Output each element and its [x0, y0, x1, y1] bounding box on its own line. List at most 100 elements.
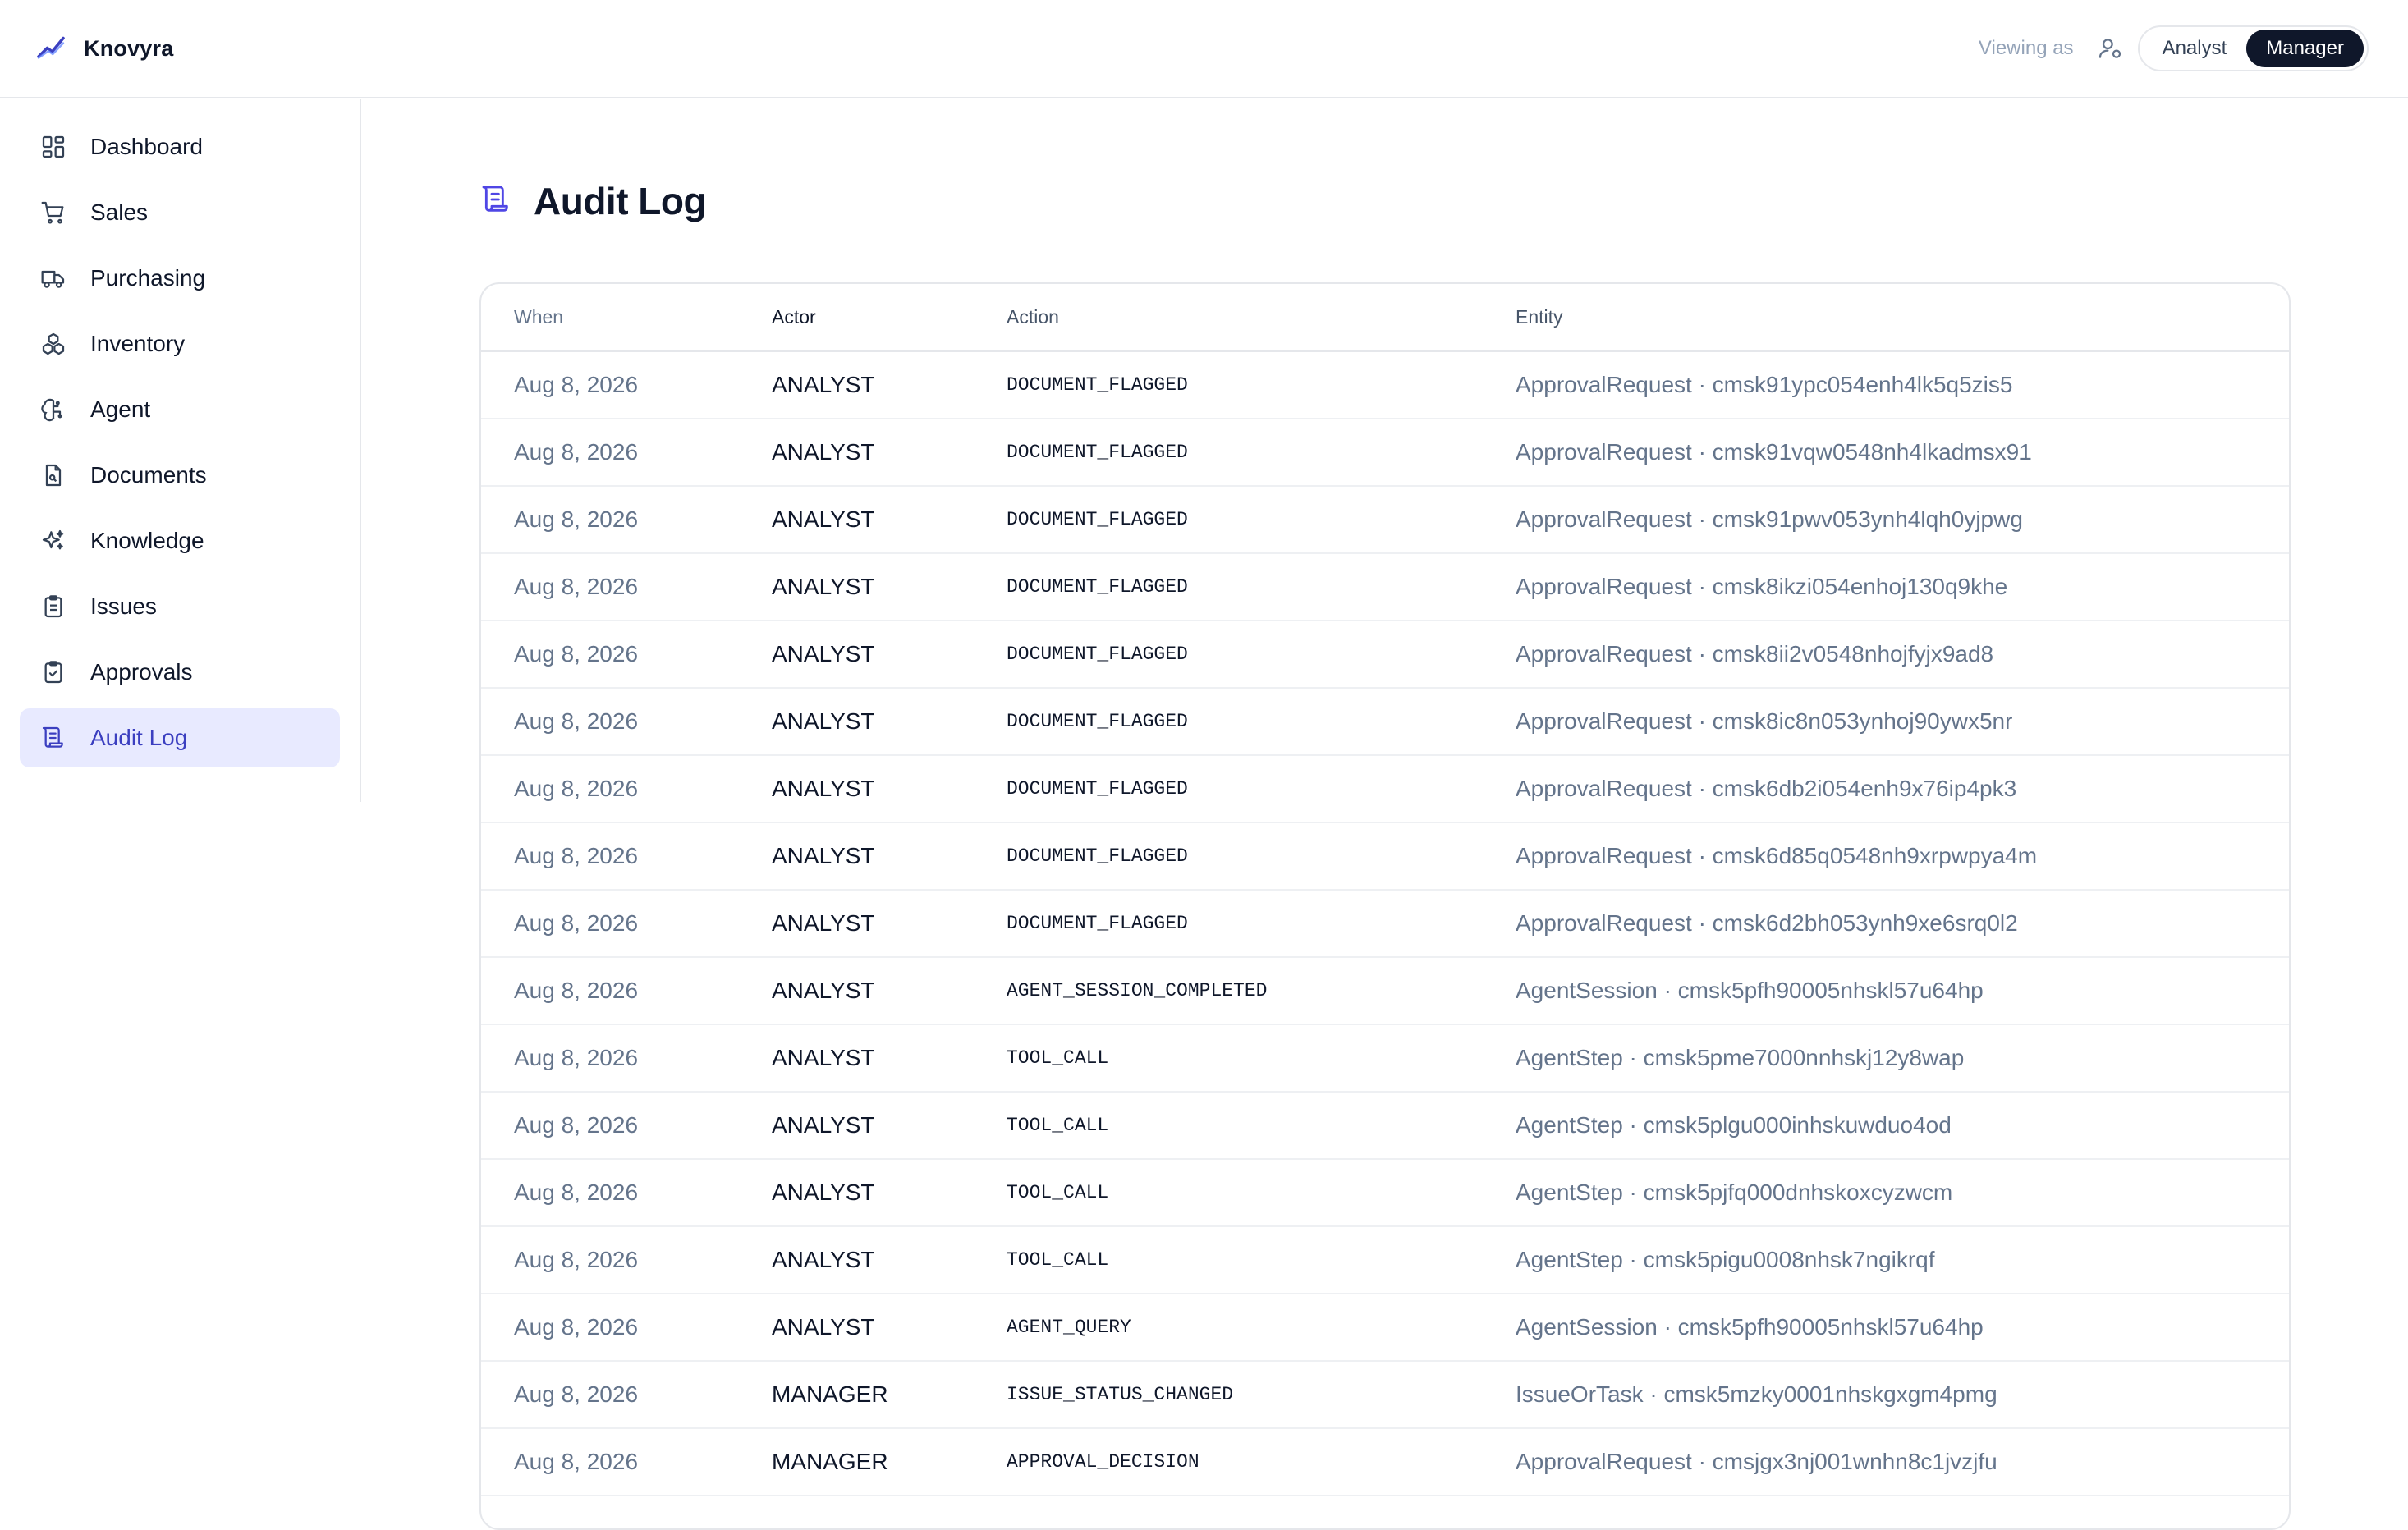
sidebar-item-label: Agent — [90, 396, 151, 422]
cell-when: Aug 8, 2026 — [481, 553, 772, 621]
sidebar-item-label: Dashboard — [90, 134, 203, 159]
cell-entity: AgentStep · cmsk5pme7000nnhskj12y8wap — [1516, 1024, 2289, 1093]
clipboard-list-icon — [39, 593, 67, 621]
cell-when: Aug 8, 2026 — [481, 1294, 772, 1362]
cell-action: DOCUMENT_FLAGGED — [1007, 890, 1516, 958]
top-bar: Knovyra Viewing as Analyst Manager — [0, 0, 2408, 98]
table-row[interactable]: Aug 8, 2026 ANALYST DOCUMENT_FLAGGED Approv… — [481, 621, 2289, 689]
cell-actor: MANAGER — [772, 1361, 1007, 1429]
cell-action: TOOL_CALL — [1007, 1226, 1516, 1294]
sidebar-item-label: Audit Log — [90, 725, 188, 750]
cell-when: Aug 8, 2026 — [481, 1159, 772, 1227]
sidebar-item-dashboard[interactable]: Dashboard — [20, 117, 340, 176]
scroll-icon — [479, 183, 512, 220]
column-header-actor[interactable]: Actor — [772, 284, 1007, 352]
table-row[interactable]: Aug 8, 2026 ANALYST DOCUMENT_FLAGGED Approv… — [481, 486, 2289, 554]
role-manager-button[interactable]: Manager — [2246, 30, 2364, 67]
sidebar-item-knowledge[interactable]: Knowledge — [20, 511, 340, 570]
cell-actor: ANALYST — [772, 755, 1007, 823]
cell-entity: AgentSession · cmsk5pfh90005nhskl57u64hp — [1516, 1294, 2289, 1362]
cell-when: Aug 8, 2026 — [481, 351, 772, 419]
cell-action: TOOL_CALL — [1007, 1092, 1516, 1160]
sidebar-item-audit-log[interactable]: Audit Log — [20, 708, 340, 767]
cell-actor: ANALYST — [772, 1159, 1007, 1227]
sidebar: Dashboard Sales Purchasing Inventory Age… — [0, 99, 361, 802]
sidebar-item-inventory[interactable]: Inventory — [20, 314, 340, 373]
sidebar-item-purchasing[interactable]: Purchasing — [20, 249, 340, 308]
brand[interactable]: Knovyra — [36, 32, 173, 66]
cell-when: Aug 8, 2026 — [481, 1428, 772, 1496]
cell-action: DOCUMENT_FLAGGED — [1007, 621, 1516, 689]
sidebar-item-agent[interactable]: Agent — [20, 380, 340, 439]
sidebar-item-label: Inventory — [90, 331, 186, 356]
cell-when: Aug 8, 2026 — [481, 1092, 772, 1160]
table-row[interactable]: Aug 8, 2026 MANAGER ISSUE_STATUS_CHANGED Is… — [481, 1361, 2289, 1429]
cell-actor: ANALYST — [772, 1226, 1007, 1294]
role-toggle: Analyst Manager — [2137, 25, 2369, 71]
cell-action: DOCUMENT_FLAGGED — [1007, 755, 1516, 823]
document-icon — [39, 461, 67, 489]
cell-entity: ApprovalRequest · cmsk91pwv053ynh4lqh0yj… — [1516, 486, 2289, 554]
viewing-as-label: Viewing as — [1978, 37, 2074, 59]
cell-actor: ANALYST — [772, 1092, 1007, 1160]
table-row[interactable]: Aug 8, 2026 ANALYST TOOL_CALL AgentStep · c… — [481, 1159, 2289, 1227]
cell-when: Aug 8, 2026 — [481, 419, 772, 487]
sidebar-item-label: Sales — [90, 199, 149, 225]
sidebar-item-label: Documents — [90, 462, 207, 488]
cell-when: Aug 8, 2026 — [481, 1024, 772, 1093]
cell-entity: ApprovalRequest · cmsk6d2bh053ynh9xe6srq… — [1516, 890, 2289, 958]
cart-icon — [39, 199, 67, 227]
cell-actor: ANALYST — [772, 1294, 1007, 1362]
table-row[interactable]: Aug 8, 2026 ANALYST AGENT_QUERY AgentSessio… — [481, 1294, 2289, 1362]
cell-action: TOOL_CALL — [1007, 1159, 1516, 1227]
cell-actor: ANALYST — [772, 553, 1007, 621]
cell-actor: ANALYST — [772, 890, 1007, 958]
cell-actor: ANALYST — [772, 621, 1007, 689]
sidebar-item-label: Purchasing — [90, 265, 206, 291]
cell-action: ISSUE_STATUS_CHANGED — [1007, 1361, 1516, 1429]
cell-actor: ANALYST — [772, 1024, 1007, 1093]
cell-when: Aug 8, 2026 — [481, 621, 772, 689]
cell-actor: MANAGER — [772, 1428, 1007, 1496]
cell-entity: ApprovalRequest · cmsk6db2i054enh9x76ip4… — [1516, 755, 2289, 823]
cell-action: DOCUMENT_FLAGGED — [1007, 351, 1516, 419]
cell-action: DOCUMENT_FLAGGED — [1007, 688, 1516, 756]
cell-actor: ANALYST — [772, 822, 1007, 891]
cell-action: DOCUMENT_FLAGGED — [1007, 419, 1516, 487]
table-row[interactable]: Aug 8, 2026 ANALYST TOOL_CALL AgentStep · c… — [481, 1226, 2289, 1294]
sidebar-item-label: Issues — [90, 593, 157, 619]
sidebar-item-documents[interactable]: Documents — [20, 446, 340, 505]
table-row[interactable]: Aug 8, 2026 ANALYST AGENT_SESSION_COMPLETE… — [481, 957, 2289, 1025]
sidebar-item-label: Approvals — [90, 659, 193, 685]
table-row[interactable]: Aug 8, 2026 ANALYST DOCUMENT_FLAGGED Approv… — [481, 419, 2289, 487]
cell-actor: ANALYST — [772, 688, 1007, 756]
column-header-entity[interactable]: Entity — [1516, 284, 2289, 352]
cell-action: DOCUMENT_FLAGGED — [1007, 553, 1516, 621]
table-row[interactable]: Aug 8, 2026 ANALYST TOOL_CALL AgentStep · c… — [481, 1024, 2289, 1093]
brain-icon — [39, 396, 67, 424]
role-analyst-button[interactable]: Analyst — [2143, 30, 2247, 67]
table-row[interactable]: Aug 8, 2026 ANALYST DOCUMENT_FLAGGED Approv… — [481, 822, 2289, 891]
table-header-row: When Actor Action Entity — [481, 284, 2289, 352]
table-row[interactable]: Aug 8, 2026 ANALYST DOCUMENT_FLAGGED Approv… — [481, 553, 2289, 621]
cell-when: Aug 8, 2026 — [481, 755, 772, 823]
column-header-when[interactable]: When — [481, 284, 772, 352]
table-row[interactable]: Aug 8, 2026 ANALYST DOCUMENT_FLAGGED Approv… — [481, 755, 2289, 823]
cell-entity: AgentStep · cmsk5pjfq000dnhskoxcyzwcm — [1516, 1159, 2289, 1227]
role-switcher: Viewing as Analyst Manager — [1979, 25, 2369, 71]
table-row[interactable]: Aug 8, 2026 ANALYST DOCUMENT_FLAGGED Approv… — [481, 688, 2289, 756]
cell-action: AGENT_SESSION_COMPLETED — [1007, 957, 1516, 1025]
sidebar-item-approvals[interactable]: Approvals — [20, 643, 340, 702]
cell-entity: IssueOrTask · cmsk5mzky0001nhskgxgm4pmg — [1516, 1361, 2289, 1429]
table-row[interactable]: Aug 8, 2026 ANALYST DOCUMENT_FLAGGED Approv… — [481, 351, 2289, 419]
sidebar-item-issues[interactable]: Issues — [20, 577, 340, 636]
table-row[interactable]: Aug 8, 2026 ANALYST TOOL_CALL AgentStep · c… — [481, 1092, 2289, 1160]
sidebar-item-sales[interactable]: Sales — [20, 183, 340, 242]
sidebar-item-label: Knowledge — [90, 528, 204, 553]
table-row[interactable]: Aug 8, 2026 ANALYST DOCUMENT_FLAGGED Approv… — [481, 890, 2289, 958]
column-header-action[interactable]: Action — [1007, 284, 1516, 352]
cell-action: DOCUMENT_FLAGGED — [1007, 486, 1516, 554]
truck-icon — [39, 264, 67, 292]
table-row[interactable]: Aug 8, 2026 MANAGER APPROVAL_DECISION Appro… — [481, 1428, 2289, 1496]
boxes-icon — [39, 330, 67, 358]
